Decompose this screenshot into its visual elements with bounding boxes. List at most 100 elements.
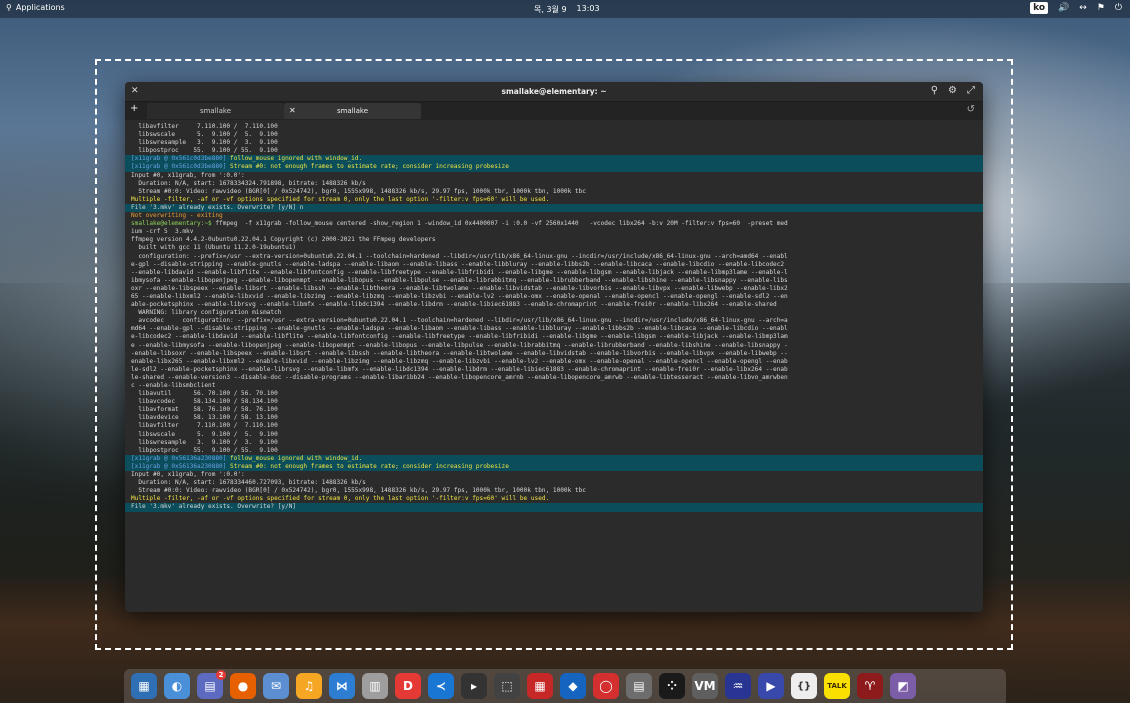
dock: ▦ ◐ ▤ 2 ● ✉ ♫ ⋈ ▥ D ≺ ▸ ⬚ ▦ ◆ ◯ ▤ ⁘ VM ♒ ▶ {} TALK ♈ ◩ [124, 669, 1006, 703]
multitasking-view-icon[interactable]: ▦ [131, 673, 157, 699]
dock-glyph: ▸ [470, 679, 478, 693]
window-titlebar[interactable]: ✕ smallake@elementary: ~ ⚲ ⚙ ⤢ [125, 82, 983, 101]
app-red-icon[interactable]: D [395, 673, 421, 699]
vscode-like-icon[interactable]: ⋈ [329, 673, 355, 699]
wine-icon[interactable]: ♈ [857, 673, 883, 699]
new-tab-button[interactable]: + [130, 103, 138, 114]
dock-glyph: D [403, 679, 413, 693]
volume-icon[interactable]: 🔊 [1058, 3, 1069, 13]
terminal-line: e-gpl --disable-stripping --enable-gnutl… [131, 260, 785, 268]
dock-glyph: ✉ [270, 679, 282, 693]
terminal-line: md64 --enable-gpl --disable-stripping --… [131, 325, 788, 333]
mail-icon[interactable]: ✉ [263, 673, 289, 699]
terminal-line: WARNING: library configuration mismatch [131, 309, 282, 317]
tab-1[interactable]: smallake [147, 103, 284, 119]
terminal-line: File '3.mkv' already exists. Overwrite? … [125, 203, 983, 213]
image-icon[interactable]: ◩ [890, 673, 916, 699]
applications-menu[interactable]: ⚲ Applications [6, 3, 65, 12]
app-grid-red-icon[interactable]: ▦ [527, 673, 553, 699]
gear-icon[interactable]: ⚙ [948, 85, 957, 96]
terminal-line: [x11grab @ 0x561c0d3be880] follow_mouse … [125, 155, 983, 164]
terminal-line: Input #0, x11grab, from ':0.0': [131, 471, 245, 479]
system-settings-icon[interactable]: ◐ [164, 673, 190, 699]
dock-glyph: ◐ [171, 679, 183, 693]
power-icon[interactable]: ⏻ [1115, 3, 1122, 13]
dice-icon[interactable]: ⁘ [659, 673, 685, 699]
screenshot-icon[interactable]: ⬚ [494, 673, 520, 699]
terminal-line: Duration: N/A, start: 1678334460.727093,… [131, 479, 366, 487]
notifications-icon[interactable]: ⚑ [1097, 3, 1105, 13]
window-title: smallake@elementary: ~ [501, 87, 607, 96]
system-tray: ko 🔊 ↔ ⚑ ⏻ [1030, 2, 1122, 14]
dock-glyph: ♒ [732, 679, 744, 693]
terminal-line: libavdevice 58. 13.100 / 58. 13.100 [131, 414, 278, 422]
terminal-line: libswscale 5. 9.100 / 5. 9.100 [131, 430, 278, 438]
terminal-line: libswscale 5. 9.100 / 5. 9.100 [131, 131, 278, 139]
close-tab-icon[interactable]: ✕ [289, 103, 296, 119]
network-icon[interactable]: ↔ [1079, 3, 1087, 13]
terminal-line: libavfilter 7.110.100 / 7.110.100 [131, 123, 278, 130]
terminal-line: libavutil 56. 70.100 / 56. 70.100 [131, 390, 278, 398]
terminal-line: Stream #0:0: Video: rawvideo (BGR[0] / 0… [131, 487, 586, 495]
kakaotalk-icon[interactable]: TALK [824, 673, 850, 699]
terminal-line: smallake@elementary:~$ ffmpeg -f x11grab… [131, 220, 977, 228]
keyboard-layout-indicator[interactable]: ko [1030, 2, 1049, 14]
dock-glyph: ◯ [599, 679, 613, 693]
history-icon[interactable]: ↺ [967, 104, 975, 115]
terminal-line: e --enable-libmysofa --enable-libopenjpe… [131, 341, 788, 349]
video-icon[interactable]: ▶ [758, 673, 784, 699]
dock-glyph: ▤ [633, 679, 645, 693]
terminal-line: oxr --enable-libspeex --enable-libsrt --… [131, 284, 788, 292]
terminal-line: [x11grab @ 0x56136a230880] Stream #0: no… [125, 462, 983, 472]
terminal-line: libpostproc 55. 9.100 / 55. 9.100 [131, 446, 278, 454]
terminal-line: Not overwriting - exiting [131, 212, 223, 220]
dock-glyph: ⁘ [666, 679, 678, 693]
terminal-line: 65 --enable-libxml2 --enable-libxvid --e… [131, 292, 788, 300]
visual-studio-code-icon[interactable]: ≺ [428, 673, 454, 699]
notes-icon[interactable]: ▤ [626, 673, 652, 699]
date-label: 목, 3월 9 [534, 5, 567, 14]
terminal-line: --enable-libdav1d --enable-libflite --en… [131, 268, 788, 276]
firefox-icon[interactable]: ● [230, 673, 256, 699]
terminal-output[interactable]: libavfilter 7.110.100 / 7.110.100 libsws… [125, 120, 983, 612]
terminal-line: ium -crf 5 3.mkv [131, 228, 194, 236]
time-label: 13:03 [576, 4, 600, 13]
maximize-icon[interactable]: ⤢ [967, 85, 975, 96]
music-icon[interactable]: ♫ [296, 673, 322, 699]
terminal-line: ibmysofa --enable-libopenjpeg --enable-l… [131, 276, 788, 284]
dock-glyph: ≺ [435, 679, 447, 693]
terminal-window: ✕ smallake@elementary: ~ ⚲ ⚙ ⤢ + smallak… [125, 82, 983, 612]
dock-glyph: ⋈ [336, 679, 348, 693]
code-braces-icon[interactable]: {} [791, 673, 817, 699]
terminal-line: configuration: --prefix=/usr --extra-ver… [131, 252, 788, 260]
terminal-line: File '3.mkv' already exists. Overwrite? … [125, 503, 983, 512]
terminal-line: libswresample 3. 9.100 / 3. 9.100 [131, 438, 278, 446]
appcenter-icon[interactable]: ▤ 2 [197, 670, 226, 699]
terminal-line: libswresample 3. 9.100 / 3. 9.100 [131, 139, 278, 147]
terminal-icon[interactable]: ▸ [461, 673, 487, 699]
datetime-indicator[interactable]: 목, 3월 9 13:03 [534, 4, 600, 15]
tab-2[interactable]: ✕ smallake [284, 103, 421, 119]
tab-label: smallake [336, 107, 369, 115]
terminal-line: Input #0, x11grab, from ':0.0': [131, 171, 245, 179]
terminal-line: libavformat 58. 76.100 / 58. 76.100 [131, 406, 278, 414]
terminal-line: libavcodec 58.134.100 / 58.134.100 [131, 398, 278, 406]
vm-icon[interactable]: VM [692, 673, 718, 699]
drop-icon[interactable]: ◆ [560, 673, 586, 699]
search-icon: ⚲ [6, 3, 12, 12]
terminal-line: [x11grab @ 0x561c0d3be880] Stream #0: no… [125, 163, 983, 172]
command-text: ffmpeg -f x11grab -follow_mouse centered… [211, 220, 788, 228]
terminal-line: avcodec configuration: --prefix=/usr --e… [131, 317, 788, 325]
terminal-line: built with gcc 11 (Ubuntu 11.2.0-19ubunt… [131, 244, 297, 252]
dock-glyph: ♫ [303, 679, 315, 693]
opera-icon[interactable]: ◯ [593, 673, 619, 699]
trash-icon[interactable]: ▥ [362, 673, 388, 699]
tab-label: smallake [199, 107, 232, 115]
dock-glyph: ▤ [204, 679, 216, 693]
dock-glyph: ⬚ [501, 679, 513, 693]
audio-icon[interactable]: ♒ [725, 673, 751, 699]
terminal-line: le-shared --enable-version3 --disable-do… [131, 373, 788, 381]
dock-glyph: {} [796, 680, 812, 692]
terminal-line: le-sdl2 --enable-pocketsphinx --enable-l… [131, 365, 788, 373]
search-icon[interactable]: ⚲ [931, 85, 938, 96]
